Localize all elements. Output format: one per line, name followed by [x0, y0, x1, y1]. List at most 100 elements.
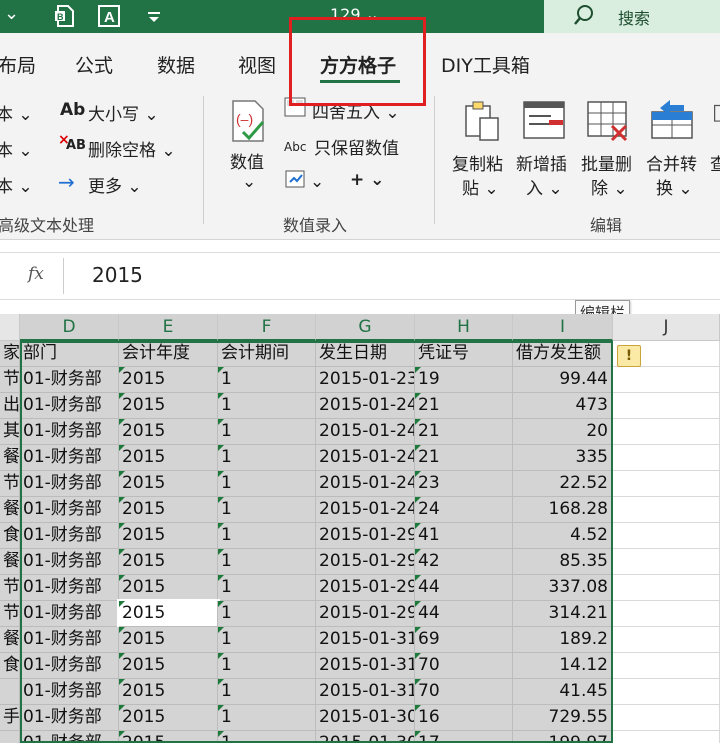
copy-paste-label[interactable]: 复制粘 — [452, 150, 503, 175]
table-cell[interactable]: 2015 — [119, 653, 218, 679]
table-cell[interactable]: 2015-01-29 — [316, 601, 415, 627]
table-cell[interactable]: 2015-01-30 — [316, 731, 415, 743]
table-cell[interactable]: 餐费 — [0, 627, 20, 653]
text-tool-2[interactable]: 本 ⌄ — [0, 136, 33, 161]
table-cell[interactable]: 01-财务部 — [20, 445, 119, 471]
table-cell[interactable]: 手E — [0, 705, 20, 731]
table-cell[interactable]: 2015 — [117, 599, 220, 629]
table-cell[interactable]: 01-财务部 — [20, 497, 119, 523]
empty-cell[interactable] — [613, 653, 720, 679]
table-cell[interactable]: 2015-01-29 — [316, 575, 415, 601]
function-icon[interactable]: fx — [28, 264, 44, 284]
table-cell[interactable]: 1 — [218, 497, 316, 523]
empty-cell[interactable] — [613, 601, 720, 627]
table-cell[interactable]: 01-财务部 — [20, 549, 119, 575]
empty-cell[interactable] — [613, 575, 720, 601]
table-cell[interactable]: 1 — [218, 367, 316, 393]
table-cell[interactable]: 01-财务部 — [20, 419, 119, 445]
table-cell[interactable]: 2015-01-23 — [316, 367, 415, 393]
table-cell[interactable]: 17 — [415, 731, 513, 743]
table-cell[interactable]: 2015-01-24 — [316, 497, 415, 523]
merge-convert-icon[interactable] — [650, 98, 693, 140]
table-cell[interactable]: 85.35 — [513, 549, 613, 575]
table-cell[interactable]: 2015-01-29 — [316, 523, 415, 549]
numeric-value-icon[interactable]: (–) — [227, 98, 269, 142]
chevron-down-icon[interactable]: ⌄ — [4, 3, 19, 24]
tab-layout[interactable]: 布局 — [0, 51, 36, 78]
header-cell[interactable]: 家 — [0, 341, 20, 367]
table-cell[interactable]: 4.52 — [513, 523, 613, 549]
table-cell[interactable]: 2015 — [119, 575, 218, 601]
empty-cell[interactable] — [613, 731, 720, 743]
table-cell[interactable]: 1 — [218, 445, 316, 471]
column-header-f[interactable]: F — [218, 314, 316, 341]
table-cell[interactable]: 2015 — [119, 471, 218, 497]
table-cell[interactable]: 2015 — [119, 367, 218, 393]
empty-cell[interactable] — [613, 627, 720, 653]
table-cell[interactable]: 199.97 — [513, 731, 613, 743]
header-cell[interactable]: 发生日期 — [316, 341, 415, 367]
insert-dropdown[interactable]: ⌄ — [310, 172, 324, 192]
table-cell[interactable]: 2015 — [119, 679, 218, 705]
table-cell[interactable]: 2015 — [119, 705, 218, 731]
table-cell[interactable]: 01-财务部 — [20, 367, 119, 393]
table-cell[interactable]: 1 — [218, 653, 316, 679]
table-cell[interactable]: 01-财务部 — [20, 601, 119, 627]
table-cell[interactable] — [0, 731, 20, 743]
new-insert-dropdown[interactable]: 入 ⌄ — [526, 174, 563, 199]
table-cell[interactable]: 21 — [415, 445, 513, 471]
table-cell[interactable]: 42 — [415, 549, 513, 575]
table-cell[interactable] — [0, 679, 20, 705]
table-cell[interactable]: 2015 — [119, 497, 218, 523]
table-cell[interactable]: 2015-01-29 — [316, 549, 415, 575]
table-cell[interactable]: 2015 — [119, 731, 218, 743]
batch-delete-label[interactable]: 批量删 — [581, 150, 632, 175]
header-cell[interactable]: 会计年度 — [119, 341, 218, 367]
table-cell[interactable]: 1 — [218, 705, 316, 731]
table-cell[interactable]: 节假 — [0, 471, 20, 497]
table-cell[interactable]: 1 — [218, 601, 316, 627]
empty-cell[interactable] — [613, 523, 720, 549]
empty-cell[interactable] — [613, 419, 720, 445]
tab-view[interactable]: 视图 — [238, 51, 276, 78]
table-cell[interactable]: 节假 — [0, 575, 20, 601]
table-cell[interactable]: 2015 — [119, 523, 218, 549]
column-header-i[interactable]: I — [513, 314, 613, 341]
new-insert-label[interactable]: 新增插 — [516, 150, 567, 175]
table-cell[interactable]: 2015 — [119, 419, 218, 445]
value-button[interactable]: 数值 — [230, 148, 264, 173]
table-cell[interactable]: 01-财务部 — [20, 393, 119, 419]
column-header-j[interactable]: J — [613, 314, 720, 341]
table-cell[interactable]: 01-财务部 — [20, 731, 119, 743]
table-cell[interactable]: 1 — [218, 419, 316, 445]
table-cell[interactable]: 2015-01-24 — [316, 445, 415, 471]
column-header-g[interactable]: G — [316, 314, 415, 341]
table-cell[interactable]: 01-财务部 — [20, 653, 119, 679]
table-cell[interactable]: 节假 — [0, 601, 20, 627]
batch-delete-dropdown[interactable]: 除 ⌄ — [591, 174, 628, 199]
empty-cell[interactable] — [613, 393, 720, 419]
table-cell[interactable]: 729.55 — [513, 705, 613, 731]
table-cell[interactable]: 其他 — [0, 419, 20, 445]
partial-tool-label[interactable]: 查 — [710, 150, 720, 175]
partial-tool-icon[interactable]: ▯ — [712, 100, 720, 125]
insert-icon[interactable] — [284, 168, 308, 195]
table-cell[interactable]: 41.45 — [513, 679, 613, 705]
column-header-h[interactable]: H — [415, 314, 513, 341]
table-cell[interactable]: 餐费 — [0, 445, 20, 471]
table-cell[interactable]: 01-财务部 — [20, 627, 119, 653]
header-cell[interactable]: 部门 — [20, 341, 119, 367]
empty-cell[interactable] — [613, 497, 720, 523]
header-cell[interactable]: 凭证号 — [415, 341, 513, 367]
table-cell[interactable]: 01-财务部 — [20, 679, 119, 705]
table-cell[interactable]: 2015-01-30 — [316, 705, 415, 731]
value-dropdown[interactable]: ⌄ — [242, 172, 256, 192]
table-cell[interactable]: 1 — [218, 679, 316, 705]
text-tool-3[interactable]: 本 ⌄ — [0, 172, 33, 197]
empty-cell[interactable] — [613, 549, 720, 575]
table-cell[interactable]: 70 — [415, 653, 513, 679]
table-cell[interactable]: 01-财务部 — [20, 575, 119, 601]
tab-data[interactable]: 数据 — [157, 51, 195, 78]
table-cell[interactable]: 1 — [218, 523, 316, 549]
table-cell[interactable]: 41 — [415, 523, 513, 549]
